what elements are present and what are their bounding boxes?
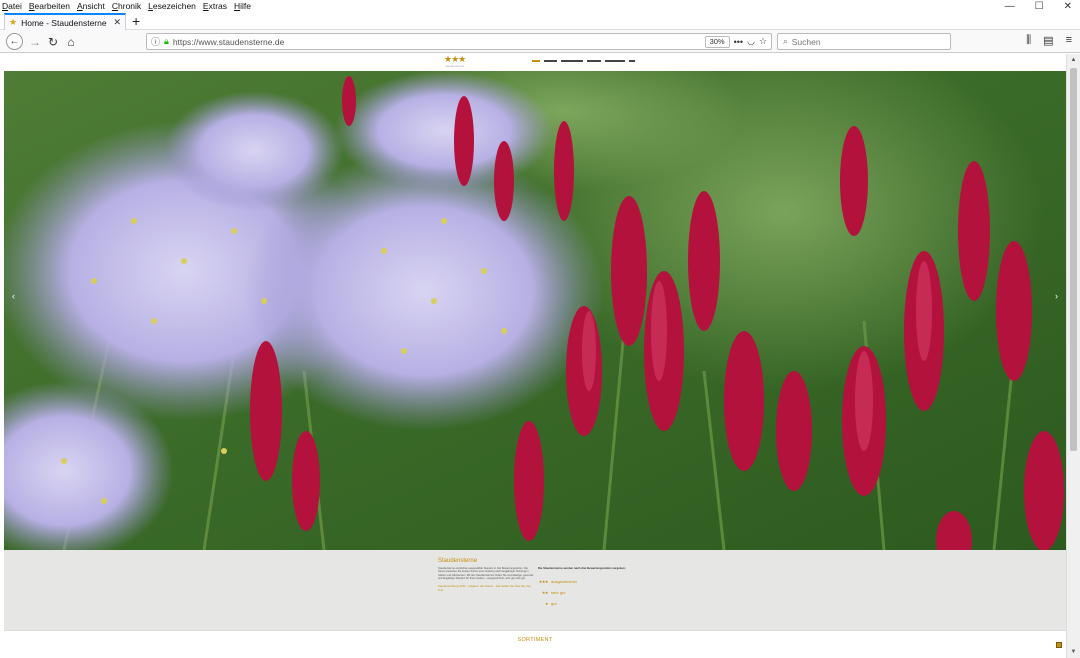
web-page: ★★★ staudensterne ‹ › Staudensterne Stau… — [4, 54, 1066, 658]
site-nav-item-5[interactable] — [605, 60, 625, 62]
menu-bar: Datei Bearbeiten Ansicht Chronik Lesezei… — [2, 0, 251, 12]
rating-label: ausgezeichnet — [551, 579, 577, 585]
arrow-left-icon: ← — [9, 36, 20, 47]
hamburger-menu-icon[interactable]: ≡ — [1066, 34, 1072, 47]
slider-prev-icon[interactable]: ‹ — [12, 291, 15, 301]
search-icon: ⌕ — [783, 36, 788, 46]
legend-heading: Die Staudensterne werden nach drei Bewer… — [538, 566, 626, 570]
url-text[interactable]: https://www.staudensterne.de — [173, 37, 701, 47]
close-tab-icon[interactable]: ✕ — [113, 17, 121, 28]
site-header: ★★★ staudensterne — [4, 54, 1066, 71]
site-nav-item-4[interactable] — [587, 60, 601, 62]
site-nav-item-2[interactable] — [544, 60, 557, 62]
rating-row: ★ gut — [538, 598, 632, 609]
info-section: Staudensterne Staudensterne empfehlen au… — [4, 550, 1066, 630]
site-nav-item-3[interactable] — [561, 60, 583, 62]
sortiment-section: SORTIMENT — [4, 630, 1066, 658]
site-nav-item-home[interactable] — [532, 60, 540, 62]
lock-icon[interactable]: 🔒︎ — [164, 36, 169, 47]
arrow-right-icon: → — [29, 35, 41, 49]
minimize-button[interactable]: — — [1005, 0, 1015, 14]
bookmark-star-icon[interactable]: ☆ — [759, 36, 767, 47]
intro-text: Staudensterne empfehlen ausgewählte Stau… — [438, 567, 534, 580]
home-button[interactable]: ⌂ — [62, 33, 80, 51]
site-nav — [532, 60, 635, 62]
menu-extras[interactable]: Extras — [203, 0, 227, 12]
rating-stars-3: ★★★ — [538, 579, 549, 585]
menu-datei[interactable]: Datei — [2, 0, 22, 12]
pocket-icon[interactable]: ◡ — [747, 36, 755, 47]
sidebar-icon[interactable]: ▤ — [1043, 34, 1053, 47]
reload-icon: ↻ — [47, 35, 59, 49]
menu-ansicht[interactable]: Ansicht — [77, 0, 105, 12]
scroll-up-icon[interactable]: ▲ — [1067, 54, 1080, 66]
flower-photo — [4, 71, 1066, 550]
search-bar[interactable]: ⌕ Suchen — [777, 33, 951, 50]
window-controls: — ☐ ✕ — [1005, 0, 1072, 14]
rating-row: ★★ sehr gut — [538, 587, 632, 598]
browser-tab[interactable]: ★ Home - Staudensterne - Empf ✕ — [4, 13, 126, 30]
intro-block: Staudensterne Staudensterne empfehlen au… — [438, 558, 534, 592]
library-icon[interactable]: ⫼ — [1026, 34, 1031, 47]
page-scrollbar[interactable]: ▲ ▼ — [1066, 54, 1080, 658]
slider-next-icon[interactable]: › — [1055, 291, 1058, 301]
search-input[interactable]: Suchen — [792, 37, 821, 47]
sortiment-link[interactable]: SORTIMENT — [4, 637, 1066, 643]
forward-button[interactable]: → — [26, 33, 44, 51]
star-icon: ★ — [9, 17, 18, 27]
reload-button[interactable]: ↻ — [44, 33, 62, 51]
nav-bar: ← → ↻ ⌂ ⓘ 🔒︎ https://www.staudensterne.d… — [0, 30, 1080, 53]
scroll-to-top-icon[interactable] — [1056, 642, 1062, 648]
url-bar[interactable]: ⓘ 🔒︎ https://www.staudensterne.de 30% ••… — [146, 33, 772, 50]
toolbar-right: ⫼ ▤ ≡ — [1026, 34, 1072, 47]
back-button[interactable]: ← — [6, 33, 23, 50]
maximize-button[interactable]: ☐ — [1035, 0, 1044, 14]
rating-label: gut — [551, 601, 557, 607]
intro-link[interactable]: Staudensichtung 2011 · Angaben des Stern… — [438, 584, 534, 592]
info-icon[interactable]: ⓘ — [151, 35, 160, 48]
title-bar: Datei Bearbeiten Ansicht Chronik Lesezei… — [0, 0, 1080, 30]
menu-chronik[interactable]: Chronik — [112, 0, 141, 12]
rating-legend: Die Staudensterne werden nach drei Bewer… — [538, 566, 632, 609]
rating-stars-1: ★ — [544, 601, 549, 607]
menu-bearbeiten[interactable]: Bearbeiten — [29, 0, 70, 12]
rating-label: sehr gut — [551, 590, 566, 596]
scrollbar-thumb[interactable] — [1070, 68, 1077, 451]
menu-lesezeichen[interactable]: Lesezeichen — [148, 0, 196, 12]
logo-stars: ★★★ — [444, 54, 466, 64]
hero-image: ‹ › — [4, 71, 1066, 550]
page-actions-icon[interactable]: ••• — [734, 37, 743, 47]
menu-hilfe[interactable]: Hilfe — [234, 0, 251, 12]
home-icon: ⌂ — [67, 35, 75, 49]
new-tab-button[interactable]: + — [132, 13, 140, 29]
close-window-button[interactable]: ✕ — [1064, 0, 1072, 14]
site-nav-item-6[interactable] — [629, 60, 635, 62]
logo-subtitle: staudensterne — [445, 64, 465, 68]
intro-title: Staudensterne — [438, 558, 478, 564]
rating-stars-2: ★★ — [541, 590, 549, 596]
tab-title: Home - Staudensterne - Empf — [21, 17, 109, 28]
zoom-indicator[interactable]: 30% — [704, 35, 730, 48]
site-logo[interactable]: ★★★ staudensterne — [444, 54, 466, 69]
rating-row: ★★★ ausgezeichnet — [538, 576, 632, 587]
scroll-down-icon[interactable]: ▼ — [1067, 646, 1080, 658]
